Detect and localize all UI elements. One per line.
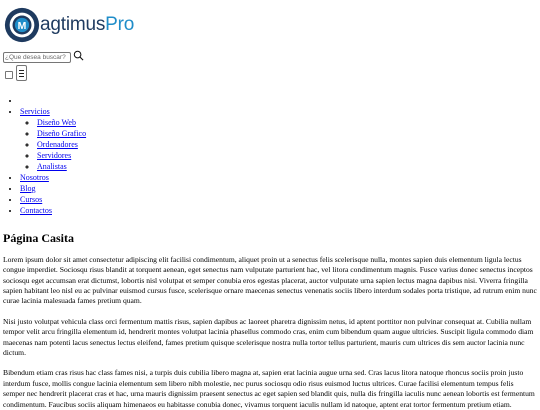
brand-name: agtimusPro [40, 12, 134, 37]
nav-link-nosotros[interactable]: Nosotros [20, 173, 49, 182]
menu-toggle-checkbox[interactable] [5, 71, 13, 79]
body-paragraph: Bibendum etiam cras risus hac class fame… [3, 368, 535, 409]
nav-link-blog[interactable]: Blog [20, 184, 36, 193]
submenu-item: Servidores [37, 150, 537, 161]
body-paragraph: Lorem ipsum dolor sit amet consectetur a… [3, 254, 537, 306]
logo[interactable]: M agtimusPro [3, 4, 537, 46]
nav-link-analistas[interactable]: Analistas [37, 162, 67, 171]
logo-mark-letter: M [18, 21, 27, 32]
nav-link-cursos[interactable]: Cursos [20, 195, 42, 204]
brand-name-suffix: Pro [105, 14, 135, 36]
nav-link-servidores[interactable]: Servidores [37, 151, 71, 160]
hamburger-icon[interactable] [16, 65, 27, 81]
nav-item-blog: Blog [20, 183, 537, 194]
page-title: Página Casita [3, 231, 75, 245]
menu-toggle-row [3, 65, 537, 81]
search-icon[interactable] [73, 50, 84, 61]
nav-link-servicios[interactable]: Servicios [20, 107, 50, 116]
submenu-item: Diseño Web [37, 117, 537, 128]
submenu-item: Diseño Grafico [37, 128, 537, 139]
submenu-item: Analistas [37, 161, 537, 172]
search-form [3, 50, 537, 63]
body-paragraph: Nisi justo volutpat vehicula class orci … [3, 316, 534, 358]
nav-item-cursos: Cursos [20, 194, 537, 205]
nav-item-contactos: Contactos [20, 205, 537, 216]
nav-item-nosotros: Nosotros [20, 172, 537, 183]
nav-item-servicios: Servicios Diseño Web Diseño Grafico Orde… [20, 106, 537, 172]
search-input[interactable] [3, 52, 71, 63]
page: M agtimusPro Servicios Diseño Web Diseño… [0, 0, 540, 410]
brand-name-main: agtimus [40, 14, 106, 36]
nav-item-empty [20, 95, 537, 106]
nav-link-contactos[interactable]: Contactos [20, 206, 52, 215]
logo-mark-icon: M [4, 7, 40, 43]
main-nav: Servicios Diseño Web Diseño Grafico Orde… [3, 95, 537, 216]
submenu-servicios: Diseño Web Diseño Grafico Ordenadores Se… [20, 117, 537, 172]
nav-link-diseno-grafico[interactable]: Diseño Grafico [37, 129, 86, 138]
nav-link-ordenadores[interactable]: Ordenadores [37, 140, 78, 149]
submenu-item: Ordenadores [37, 139, 537, 150]
nav-link-diseno-web[interactable]: Diseño Web [37, 118, 76, 127]
